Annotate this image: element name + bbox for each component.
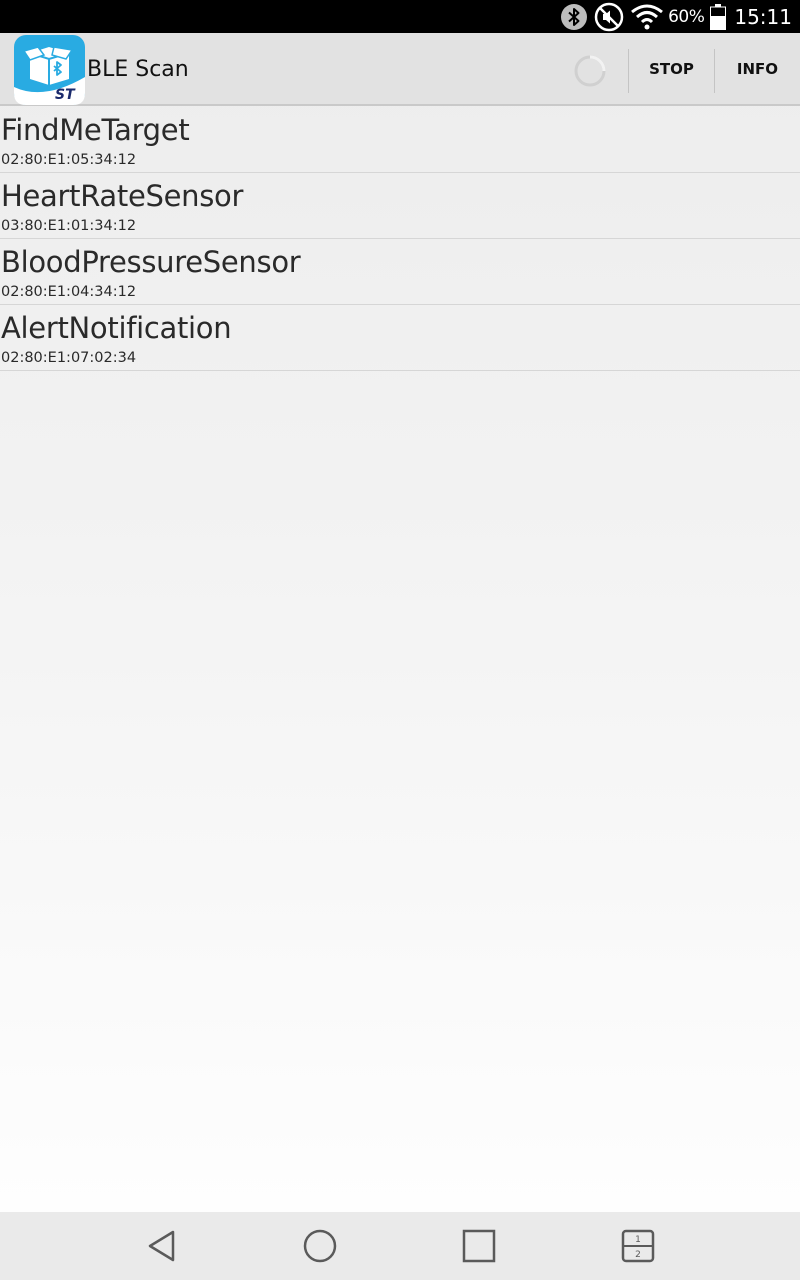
device-address: 03:80:E1:01:34:12 xyxy=(1,218,137,234)
scanning-spinner-icon xyxy=(574,55,606,87)
device-name: AlertNotification xyxy=(1,311,232,345)
device-list: FindMeTarget 02:80:E1:05:34:12 HeartRate… xyxy=(0,107,800,371)
device-name: HeartRateSensor xyxy=(1,179,244,213)
action-bar: ST BLE Scan STOP INFO xyxy=(0,33,800,106)
app-title: BLE Scan xyxy=(87,57,189,82)
battery-percent: 60% xyxy=(668,6,705,27)
device-list-item[interactable]: BloodPressureSensor 02:80:E1:04:34:12 xyxy=(0,239,800,305)
svg-text:1: 1 xyxy=(635,1235,641,1245)
svg-text:ST: ST xyxy=(55,87,76,103)
status-icons: 60% 15:11 xyxy=(554,0,792,33)
screen: 60% 15:11 ST BLE Scan STOP INFO FindMeTa… xyxy=(0,0,800,1280)
device-address: 02:80:E1:07:02:34 xyxy=(1,350,137,366)
device-list-item[interactable]: HeartRateSensor 03:80:E1:01:34:12 xyxy=(0,173,800,239)
bluetooth-icon xyxy=(560,3,588,31)
svg-text:2: 2 xyxy=(635,1250,641,1260)
status-clock: 15:11 xyxy=(734,4,792,29)
info-button[interactable]: INFO xyxy=(715,33,800,104)
navigation-bar: 1 2 xyxy=(0,1212,800,1280)
recents-icon[interactable] xyxy=(459,1226,499,1266)
battery-icon xyxy=(710,3,727,30)
device-name: BloodPressureSensor xyxy=(1,245,301,279)
mute-icon xyxy=(594,2,624,32)
home-icon[interactable] xyxy=(300,1226,340,1266)
back-icon[interactable] xyxy=(142,1226,182,1266)
device-name: FindMeTarget xyxy=(1,113,190,147)
stop-button[interactable]: STOP xyxy=(629,33,714,104)
device-list-item[interactable]: AlertNotification 02:80:E1:07:02:34 xyxy=(0,305,800,371)
device-list-item[interactable]: FindMeTarget 02:80:E1:05:34:12 xyxy=(0,107,800,173)
device-address: 02:80:E1:04:34:12 xyxy=(1,284,137,300)
app-logo-icon: ST xyxy=(14,35,85,105)
wifi-icon xyxy=(630,4,664,30)
status-bar: 60% 15:11 xyxy=(0,0,800,33)
dual-window-icon[interactable]: 1 2 xyxy=(618,1226,658,1266)
device-address: 02:80:E1:05:34:12 xyxy=(1,152,137,168)
